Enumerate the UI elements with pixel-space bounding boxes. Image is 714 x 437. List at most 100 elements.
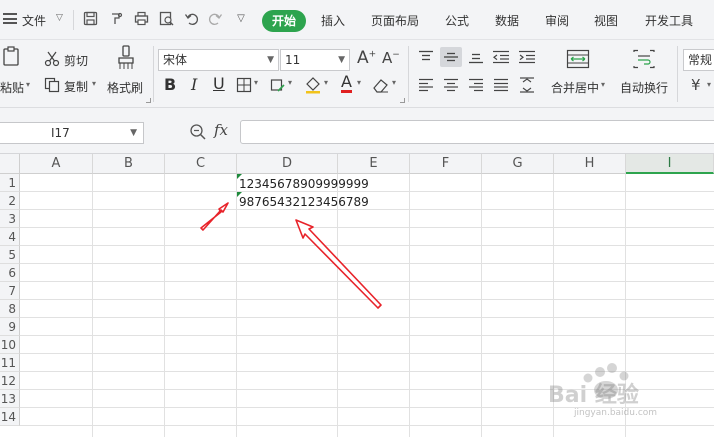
- paste-button[interactable]: 粘贴: [0, 79, 24, 96]
- row-header-11[interactable]: 11: [0, 354, 20, 372]
- align-right-icon[interactable]: [468, 78, 484, 96]
- row-header-2[interactable]: 2: [0, 192, 20, 210]
- chevron-down-icon[interactable]: ▾: [254, 78, 258, 87]
- font-color-button[interactable]: A: [341, 73, 352, 93]
- chevron-down-icon[interactable]: ▾: [92, 79, 96, 88]
- name-box[interactable]: I17 ▼: [0, 122, 144, 144]
- font-name-select[interactable]: 宋体 ▼: [158, 49, 279, 71]
- cell-d1[interactable]: 12345678909999999: [239, 177, 369, 191]
- cell-style-icon[interactable]: [270, 77, 286, 97]
- distributed-align-icon[interactable]: [518, 76, 536, 98]
- row-header-6[interactable]: 6: [0, 264, 20, 282]
- select-all-corner[interactable]: [0, 154, 20, 174]
- format-painter-button[interactable]: 格式刷: [107, 79, 143, 96]
- chevron-down-icon[interactable]: ▾: [392, 78, 396, 87]
- tab-formulas[interactable]: 公式: [445, 12, 469, 29]
- print-icon[interactable]: [133, 11, 149, 27]
- chevron-down-icon[interactable]: ▾: [601, 80, 605, 89]
- row-header-9[interactable]: 9: [0, 318, 20, 336]
- column-header-a[interactable]: A: [20, 154, 93, 174]
- column-header-d[interactable]: D: [237, 154, 338, 174]
- merge-center-icon[interactable]: [566, 49, 590, 69]
- border-icon[interactable]: [236, 77, 252, 97]
- bold-button[interactable]: B: [164, 75, 176, 94]
- row-header-3[interactable]: 3: [0, 210, 20, 228]
- customize-toolbar-icon[interactable]: ▽: [233, 11, 249, 27]
- font-size-select[interactable]: 11 ▼: [280, 49, 350, 71]
- chevron-down-icon[interactable]: ▾: [357, 78, 361, 87]
- gridline: [20, 245, 714, 246]
- row-header-10[interactable]: 10: [0, 336, 20, 354]
- gridline: [20, 209, 714, 210]
- column-header-f[interactable]: F: [410, 154, 482, 174]
- cut-icon[interactable]: [44, 51, 60, 71]
- column-header-c[interactable]: C: [165, 154, 237, 174]
- clear-format-icon[interactable]: [372, 77, 390, 97]
- tab-home[interactable]: 开始: [262, 10, 306, 32]
- clipboard-dialog-launcher[interactable]: [146, 98, 151, 103]
- align-bottom-icon[interactable]: [468, 50, 484, 68]
- number-format-select[interactable]: 常规: [683, 49, 714, 71]
- column-header-b[interactable]: B: [93, 154, 165, 174]
- column-header-i[interactable]: I: [626, 154, 714, 174]
- tab-view[interactable]: 视图: [594, 12, 618, 29]
- column-header-g[interactable]: G: [482, 154, 554, 174]
- row-header-4[interactable]: 4: [0, 228, 20, 246]
- decrease-font-icon[interactable]: A−: [382, 49, 400, 67]
- copy-button[interactable]: 复制: [64, 78, 88, 95]
- row-header-12[interactable]: 12: [0, 372, 20, 390]
- wrap-text-button[interactable]: 自动换行: [620, 79, 668, 96]
- increase-font-icon[interactable]: A+: [357, 48, 376, 68]
- format-painter-icon[interactable]: [116, 45, 136, 71]
- format-painter-small-icon[interactable]: [108, 11, 124, 27]
- insert-function-button[interactable]: fx: [214, 121, 228, 139]
- underline-button[interactable]: U: [213, 74, 225, 93]
- row-header-8[interactable]: 8: [0, 300, 20, 318]
- align-center-icon[interactable]: [443, 78, 459, 96]
- print-preview-icon[interactable]: [158, 11, 174, 27]
- menu-icon[interactable]: [3, 13, 17, 24]
- row-header-1[interactable]: 1: [0, 174, 20, 192]
- column-header-h[interactable]: H: [554, 154, 626, 174]
- file-menu[interactable]: 文件: [22, 12, 46, 29]
- row-header-13[interactable]: 13: [0, 390, 20, 408]
- row-header-7[interactable]: 7: [0, 282, 20, 300]
- align-middle-button[interactable]: [440, 47, 462, 67]
- tab-insert[interactable]: 插入: [321, 12, 345, 29]
- chevron-down-icon[interactable]: ▾: [324, 78, 328, 87]
- formula-input[interactable]: [240, 120, 714, 144]
- cut-button[interactable]: 剪切: [64, 52, 88, 69]
- italic-button[interactable]: I: [191, 75, 197, 94]
- tab-developer[interactable]: 开发工具: [645, 12, 693, 29]
- font-name-value: 宋体: [163, 53, 188, 67]
- merge-center-button[interactable]: 合并居中: [551, 79, 599, 96]
- align-left-icon[interactable]: [418, 78, 434, 96]
- undo-icon[interactable]: [183, 11, 199, 27]
- column-header-e[interactable]: E: [338, 154, 410, 174]
- tab-page-layout[interactable]: 页面布局: [371, 12, 419, 29]
- wrap-text-icon[interactable]: [632, 49, 656, 69]
- chevron-down-icon[interactable]: ▾: [707, 80, 711, 89]
- chevron-down-icon[interactable]: ▾: [26, 80, 30, 89]
- redo-icon[interactable]: [207, 11, 223, 27]
- row-header-14[interactable]: 14: [0, 408, 20, 426]
- tab-review[interactable]: 审阅: [545, 12, 569, 29]
- font-size-value: 11: [285, 53, 301, 67]
- justify-icon[interactable]: [493, 78, 509, 96]
- paste-icon[interactable]: [2, 46, 20, 66]
- decrease-indent-icon[interactable]: [492, 50, 510, 68]
- tab-data[interactable]: 数据: [495, 12, 519, 29]
- font-dialog-launcher[interactable]: [400, 98, 405, 103]
- gridline: [337, 174, 338, 437]
- chevron-down-icon[interactable]: ▾: [288, 78, 292, 87]
- align-top-icon[interactable]: [418, 50, 434, 68]
- row-header-5[interactable]: 5: [0, 246, 20, 264]
- zoom-icon[interactable]: [189, 123, 207, 141]
- cell-d2[interactable]: 98765432123456789: [239, 195, 369, 209]
- currency-format-button[interactable]: ¥: [691, 76, 701, 94]
- copy-icon[interactable]: [44, 77, 60, 97]
- chevron-down-icon[interactable]: ▽: [56, 13, 63, 23]
- save-icon[interactable]: [82, 11, 98, 27]
- increase-indent-icon[interactable]: [518, 50, 536, 68]
- fill-color-icon[interactable]: [304, 76, 322, 98]
